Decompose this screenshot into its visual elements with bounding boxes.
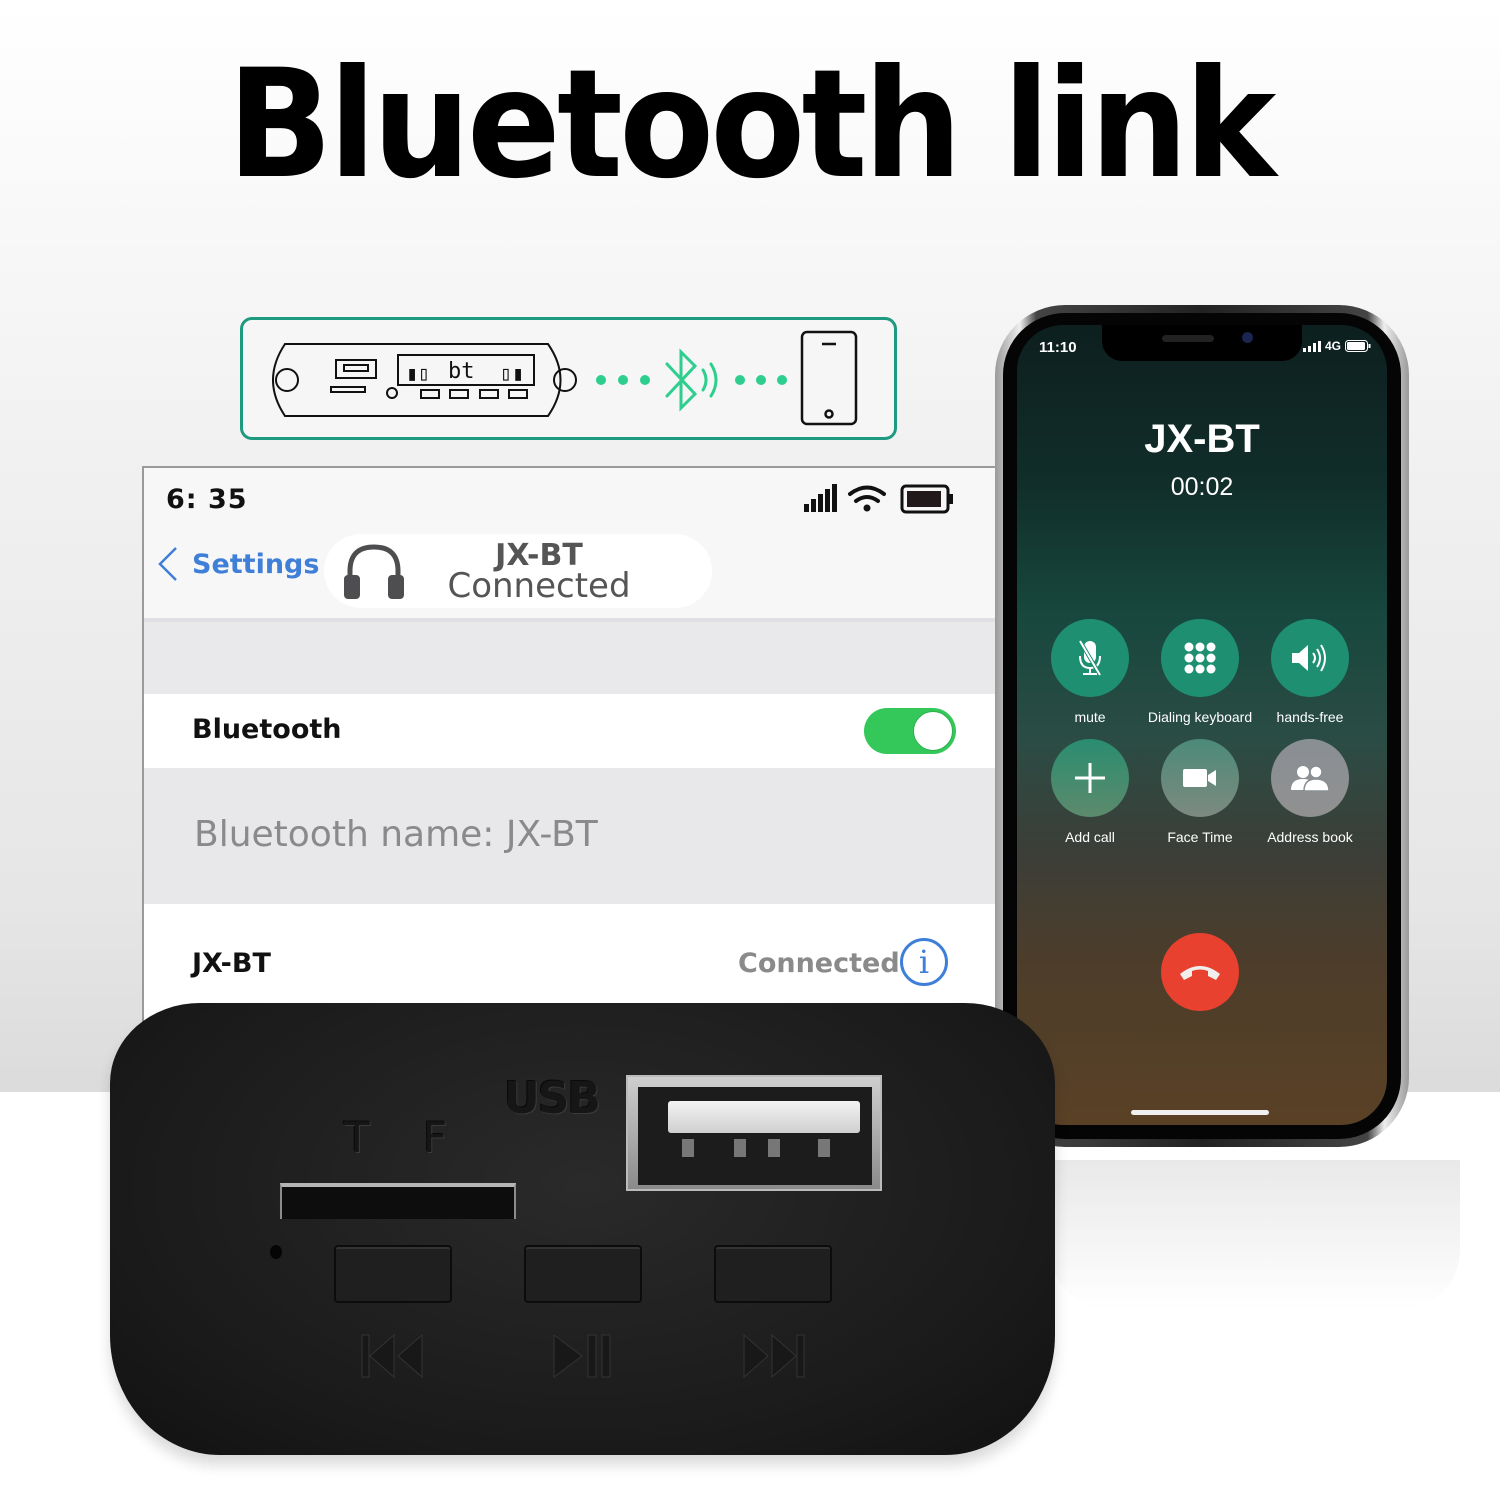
dialing-keyboard-button[interactable]: Dialing keyboard — [1145, 619, 1255, 725]
bluetooth-name-row: Bluetooth name: JX-BT — [144, 768, 1002, 904]
chevron-left-icon — [158, 547, 177, 581]
signal-icon — [1302, 340, 1321, 352]
back-label: Settings — [192, 548, 320, 580]
end-call-button[interactable] — [1161, 933, 1239, 1011]
tf-card-slot[interactable] — [280, 1183, 516, 1219]
keypad-icon — [1184, 642, 1216, 674]
mic-off-icon — [1078, 639, 1102, 677]
toggle-knob — [913, 711, 953, 751]
network-label: 4G — [1324, 339, 1341, 353]
back-to-settings-button[interactable]: Settings — [154, 546, 319, 582]
call-screen: 11:10 4G JX-BT 00:02 mute Dialing keyboa… — [1017, 325, 1387, 1125]
usb-port-opening — [638, 1087, 872, 1185]
status-time: 6: 35 — [166, 484, 248, 515]
hands-free-button[interactable]: hands-free — [1255, 619, 1365, 725]
address-book-button[interactable]: Address book — [1255, 739, 1365, 845]
battery-icon — [1345, 340, 1371, 352]
info-icon[interactable]: i — [900, 938, 948, 986]
earpiece — [1162, 335, 1214, 342]
lcd-text: bt — [448, 359, 475, 384]
svg-text:▯▮: ▯▮ — [500, 361, 524, 385]
usb-label: USB — [504, 1073, 601, 1124]
hands-free-label: hands-free — [1276, 709, 1344, 725]
caller-name: JX-BT — [1144, 417, 1260, 461]
add-call-button[interactable]: Add call — [1035, 739, 1145, 845]
phone-reflection — [1050, 1160, 1460, 1310]
previous-button[interactable] — [334, 1245, 452, 1303]
usb-pin — [768, 1139, 780, 1157]
bluetooth-icon — [665, 348, 718, 412]
dialing-keyboard-label: Dialing keyboard — [1147, 709, 1253, 725]
home-indicator[interactable] — [1131, 1110, 1269, 1115]
face-time-label: Face Time — [1167, 829, 1233, 845]
bluetooth-toggle-row: Bluetooth — [144, 694, 1002, 768]
device-header-pill: JX-BT Connected — [324, 534, 712, 608]
mute-button[interactable]: mute — [1035, 619, 1145, 725]
bluetooth-settings-panel: 6: 35 Settings JX-BT Connected Bluetooth… — [142, 466, 1002, 1026]
page-title: Bluetooth link — [227, 38, 1276, 212]
paired-device-status: Connected — [738, 948, 900, 979]
battery-icon — [900, 484, 953, 514]
contacts-icon — [1291, 765, 1330, 792]
connection-diagram: ▮▯ bt ▯▮ — [240, 317, 897, 440]
call-duration: 00:02 — [1170, 473, 1234, 501]
status-led — [270, 1245, 282, 1259]
play-pause-button[interactable] — [524, 1245, 642, 1303]
signal-icon — [804, 484, 837, 512]
headphones-icon — [344, 544, 404, 599]
link-dots-left — [596, 375, 650, 385]
usb-pin — [734, 1139, 746, 1157]
bluetooth-label: Bluetooth — [192, 714, 342, 745]
smartphone-icon — [800, 330, 858, 426]
module-outline-icon: ▮▯ bt ▯▮ — [272, 343, 577, 417]
add-call-label: Add call — [1065, 829, 1115, 845]
svg-text:▮▯: ▮▯ — [406, 361, 430, 385]
device-header-status: Connected — [447, 566, 631, 606]
status-icons — [804, 484, 954, 523]
speaker-icon — [1292, 644, 1326, 672]
plus-icon — [1075, 763, 1105, 793]
section-spacer — [144, 618, 1002, 694]
front-camera — [1242, 332, 1253, 343]
notch — [1102, 325, 1302, 361]
address-book-label: Address book — [1267, 829, 1353, 845]
mute-label: mute — [1074, 709, 1106, 725]
play-pause-icon — [524, 1333, 642, 1384]
bluetooth-name-label: Bluetooth name: JX-BT — [194, 814, 598, 855]
phone-status-icons: 4G — [1302, 339, 1371, 353]
next-button[interactable] — [714, 1245, 832, 1303]
usb-port[interactable] — [626, 1075, 882, 1191]
bluetooth-mp3-module: USB T F — [110, 1003, 1055, 1455]
phone-status-time: 11:10 — [1039, 339, 1077, 356]
usb-tongue — [668, 1101, 860, 1133]
video-icon — [1183, 769, 1216, 787]
previous-icon — [334, 1333, 452, 1384]
next-icon — [714, 1333, 832, 1384]
link-dots-right — [735, 375, 787, 385]
tf-label: T F — [344, 1113, 468, 1162]
paired-device-name: JX-BT — [192, 948, 271, 979]
usb-pin — [818, 1139, 830, 1157]
face-time-button[interactable]: Face Time — [1145, 739, 1255, 845]
hang-up-icon — [1180, 966, 1220, 980]
wifi-icon — [848, 485, 886, 512]
smartphone: 11:10 4G JX-BT 00:02 mute Dialing keyboa… — [995, 305, 1409, 1147]
bluetooth-toggle[interactable] — [864, 708, 956, 754]
usb-pin — [682, 1139, 694, 1157]
